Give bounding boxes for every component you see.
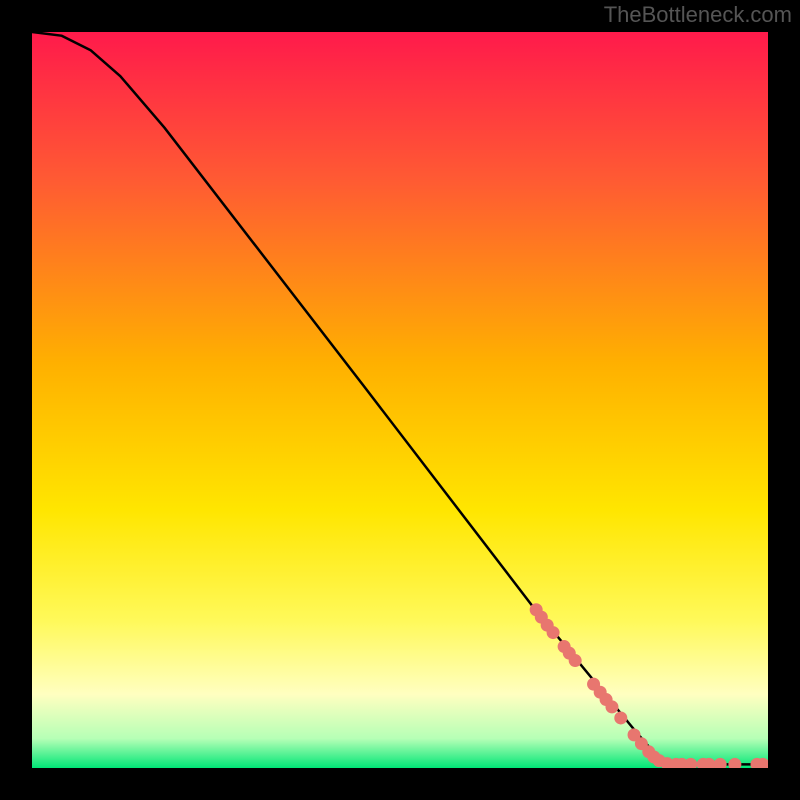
chart-plot (32, 32, 768, 768)
chart-background (32, 32, 768, 768)
watermark-text: TheBottleneck.com (604, 2, 792, 28)
